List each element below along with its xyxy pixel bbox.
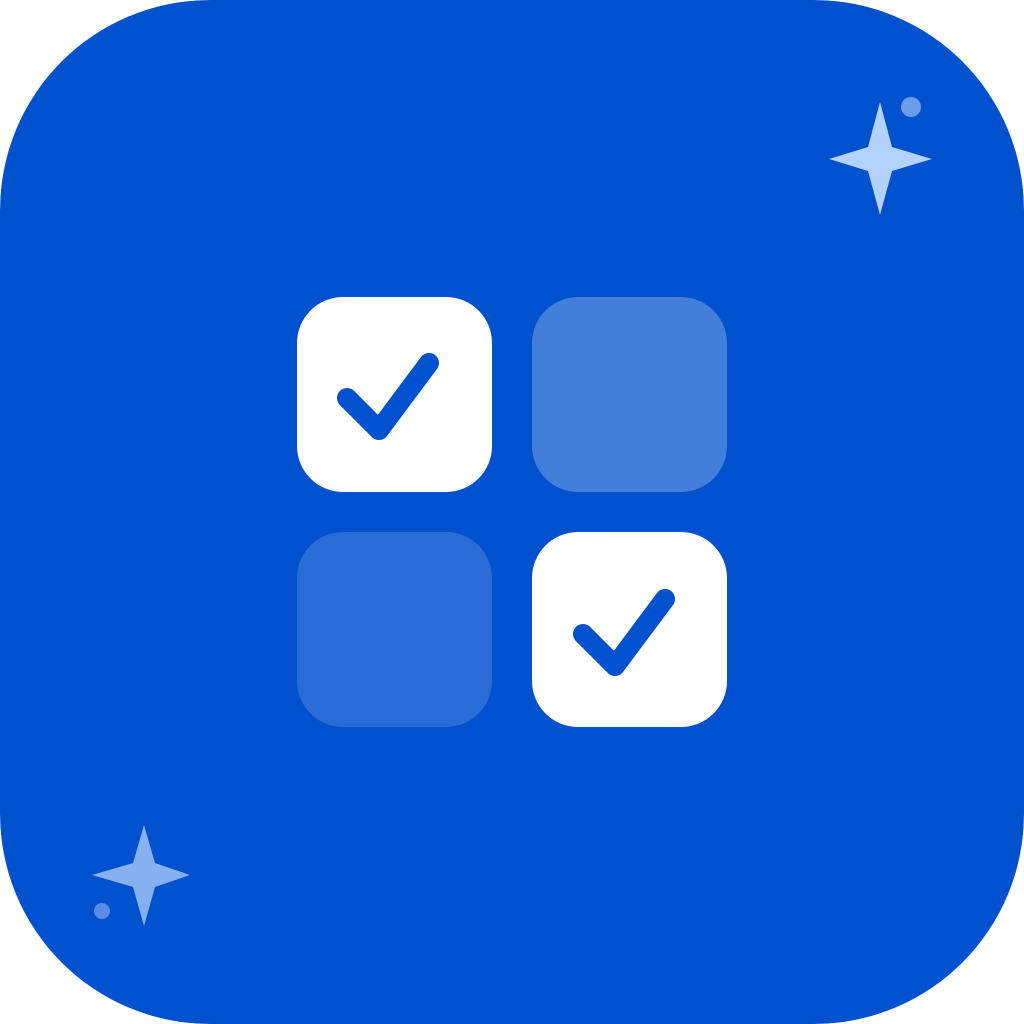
app-icon [0, 0, 1024, 1024]
tile-top-left-checked [297, 297, 492, 492]
tile-bottom-right-checked [532, 532, 727, 727]
tile-top-right-unchecked [532, 297, 727, 492]
dot-icon [94, 903, 110, 919]
tile-bottom-left-unchecked [297, 532, 492, 727]
tile-background [532, 532, 727, 727]
app-icon-graphic [0, 0, 1024, 1024]
dot-icon [901, 97, 921, 117]
